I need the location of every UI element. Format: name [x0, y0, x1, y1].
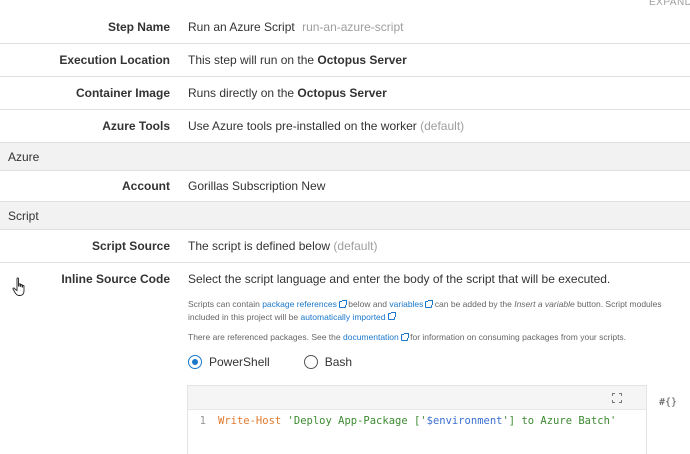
script-source-row[interactable]: Script Source The script is defined belo…	[0, 230, 690, 263]
azure-tools-label: Azure Tools	[102, 119, 170, 133]
help-text-part: can be added by the	[434, 299, 512, 309]
radio-checked-icon[interactable]	[188, 355, 202, 369]
container-image-row[interactable]: Container Image Runs directly on the Oct…	[0, 77, 690, 110]
container-image-server: Octopus Server	[297, 86, 387, 100]
documentation-link[interactable]: documentation	[343, 332, 409, 342]
expand-icon[interactable]	[612, 393, 622, 403]
step-name-slug: run-an-azure-script	[302, 19, 404, 34]
bash-radio-label[interactable]: Bash	[325, 355, 352, 369]
execution-location-prefix: This step will run on the	[188, 53, 315, 67]
automatically-imported-link[interactable]: automatically imported	[300, 312, 396, 322]
execution-location-row[interactable]: Execution Location This step will run on…	[0, 44, 690, 77]
azure-tools-row[interactable]: Azure Tools Use Azure tools pre-installe…	[0, 110, 690, 143]
documentation-label[interactable]: documentation	[343, 332, 399, 342]
package-references-link[interactable]: package references	[262, 299, 347, 309]
bash-radio[interactable]: Bash	[303, 355, 352, 369]
account-row[interactable]: Account Gorillas Subscription New	[0, 171, 690, 202]
external-link-icon	[387, 312, 396, 320]
account-value: Gorillas Subscription New	[188, 179, 326, 193]
powershell-radio[interactable]: PowerShell	[188, 355, 270, 369]
package-references-label[interactable]: package references	[262, 299, 337, 309]
code-variable: $environment	[426, 415, 503, 427]
script-language-radio-group: PowerShell Bash	[188, 355, 386, 369]
expand-all-link[interactable]: EXPAND A	[649, 0, 690, 8]
script-source-value: The script is defined below (default)	[188, 239, 377, 253]
insert-variable-button[interactable]: #{}	[659, 397, 677, 408]
external-link-icon	[425, 299, 434, 308]
container-image-label: Container Image	[75, 86, 170, 100]
code-line[interactable]: 1 Write-Host 'Deploy App-Package ['$envir…	[188, 415, 617, 427]
powershell-radio-label[interactable]: PowerShell	[209, 355, 270, 369]
azure-tools-text: Use Azure tools pre-installed on the wor…	[188, 119, 417, 133]
step-name-row[interactable]: Step Name Run an Azure Script run-an-azu…	[0, 10, 690, 44]
help-text-part: There are referenced packages. See the	[188, 332, 341, 342]
execution-location-label: Execution Location	[59, 53, 170, 67]
inline-source-row: Inline Source Code Select the script lan…	[0, 263, 690, 294]
help-text-part: for information on consuming packages fr…	[410, 332, 627, 342]
help-text-part: below and	[348, 299, 388, 309]
help-text-scripts: Scripts can contain package references b…	[188, 298, 662, 323]
external-link-icon	[400, 332, 409, 341]
help-text-packages: There are referenced packages. See the d…	[188, 331, 626, 344]
automatically-imported-label[interactable]: automatically imported	[300, 312, 385, 322]
section-script: Script	[0, 202, 690, 230]
insert-variable-text: Insert a variable	[514, 299, 575, 309]
code-string-start: 'Deploy App-Package ['	[287, 415, 427, 427]
script-source-default: (default)	[333, 239, 378, 253]
execution-location-server: Octopus Server	[317, 53, 407, 67]
azure-tools-default: (default)	[420, 119, 465, 133]
step-name-text: Run an Azure Script	[188, 19, 295, 34]
execution-location-value: This step will run on the Octopus Server	[188, 53, 407, 67]
container-image-prefix: Runs directly on the	[188, 86, 295, 100]
line-number: 1	[199, 415, 206, 427]
script-source-text: The script is defined below	[188, 239, 331, 253]
code-string-end: '] to Azure Batch'	[502, 415, 617, 427]
variables-link[interactable]: variables	[389, 299, 434, 309]
inline-source-description: Select the script language and enter the…	[188, 271, 611, 286]
external-link-icon	[338, 299, 347, 308]
help-text-part: button. Script modules	[577, 299, 662, 309]
container-image-value: Runs directly on the Octopus Server	[188, 86, 387, 100]
step-name-value: Run an Azure Script run-an-azure-script	[188, 20, 403, 34]
step-name-label: Step Name	[107, 19, 170, 34]
code-editor[interactable]: 1 Write-Host 'Deploy App-Package ['$envir…	[187, 385, 647, 454]
code-command: Write-Host	[218, 415, 282, 427]
help-text-part: Scripts can contain	[188, 299, 260, 309]
account-label: Account	[122, 179, 170, 193]
azure-tools-value: Use Azure tools pre-installed on the wor…	[188, 119, 464, 133]
script-source-label: Script Source	[91, 239, 170, 253]
code-editor-toolbar	[188, 386, 646, 410]
section-azure: Azure	[0, 143, 690, 171]
help-text-part: included in this project will be	[188, 311, 299, 322]
variables-label[interactable]: variables	[389, 299, 423, 309]
hand-cursor-icon	[12, 277, 25, 296]
radio-unchecked-icon[interactable]	[303, 355, 318, 369]
